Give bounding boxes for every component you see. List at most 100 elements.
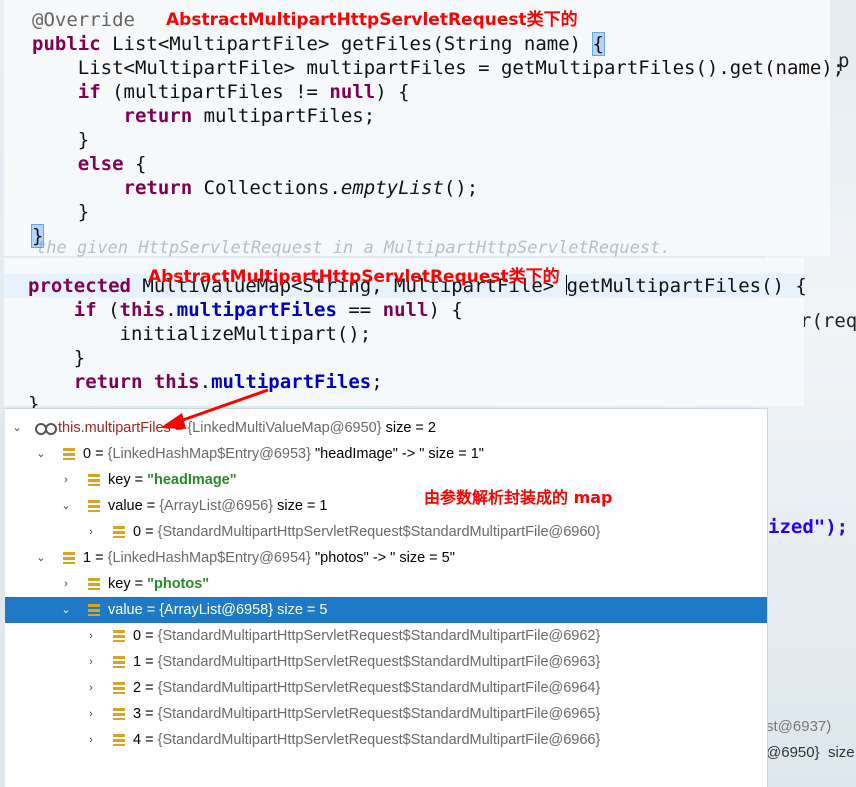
code-token: ) { — [375, 81, 410, 103]
code-token: . — [199, 371, 212, 393]
code-token: (); — [443, 177, 479, 199]
code-token: protected — [28, 275, 131, 297]
equals-sign: = — [170, 420, 188, 436]
object-reference: {StandardMultipartHttpServletRequest$Sta… — [157, 654, 601, 670]
chevron-right-icon[interactable]: › — [85, 649, 97, 675]
field-icon — [88, 500, 100, 512]
chevron-down-icon[interactable]: ⌄ — [60, 493, 72, 519]
equals-sign: = — [91, 550, 108, 566]
code-snippet-getfiles: @Override public List<MultipartFile> get… — [4, 0, 844, 256]
variable-name: key — [108, 472, 131, 488]
chevron-right-icon[interactable]: › — [85, 701, 97, 727]
chevron-down-icon[interactable]: ⌄ — [60, 597, 72, 623]
tree-row-value-1-selected[interactable]: ⌄ value = {ArrayList@6958} size = 5 — [5, 597, 767, 623]
panel1-title-annotation: AbstractMultipartHttpServletRequest类下的 — [166, 10, 578, 30]
code-token: return — [28, 371, 143, 393]
code-token: this — [119, 299, 166, 321]
variable-name: 0 — [83, 446, 92, 462]
tree-row-multipartfiles[interactable]: ⌄ this.multipartFiles = {LinkedMultiValu… — [5, 415, 767, 441]
chevron-right-icon[interactable]: › — [60, 571, 72, 597]
code-token: (multipartFiles != — [100, 81, 330, 103]
background-variable-fragment: @6950} size — [766, 744, 855, 761]
field-icon — [63, 448, 75, 460]
background-variable-fragment: st@6937) — [766, 718, 832, 735]
object-reference: {StandardMultipartHttpServletRequest$Sta… — [157, 524, 601, 540]
code-token: return — [32, 105, 193, 127]
code-token: emptyList — [340, 177, 444, 199]
chevron-right-icon[interactable]: › — [85, 727, 97, 753]
tree-row-file-6964[interactable]: › 2 = {StandardMultipartHttpServletReque… — [5, 675, 767, 701]
code-line: } — [28, 347, 86, 369]
background-code-fragment: r(req — [800, 310, 856, 332]
background-code-fragment: ized"); — [768, 516, 849, 538]
tree-row-entry-1[interactable]: ⌄ 1 = {LinkedHashMap$Entry@6954} "photos… — [5, 545, 767, 571]
object-reference: {StandardMultipartHttpServletRequest$Sta… — [157, 628, 601, 644]
chevron-down-icon[interactable]: ⌄ — [11, 415, 23, 441]
tree-row-file-6960[interactable]: › 0 = {StandardMultipartHttpServletReque… — [5, 519, 767, 545]
chevron-right-icon[interactable]: › — [85, 623, 97, 649]
equals-sign: = — [141, 706, 158, 722]
code-token: if — [28, 299, 97, 321]
code-token: null — [382, 299, 429, 321]
chevron-down-icon[interactable]: ⌄ — [35, 441, 47, 467]
tree-row-file-6966[interactable]: › 4 = {StandardMultipartHttpServletReque… — [5, 727, 767, 753]
variables-tree[interactable]: ⌄ this.multipartFiles = {LinkedMultiValu… — [5, 408, 768, 787]
variable-name: 1 — [83, 550, 92, 566]
object-reference: {StandardMultipartHttpServletRequest$Sta… — [157, 706, 601, 722]
panel2-title-annotation: AbstractMultipartHttpServletRequest类下的 — [148, 267, 560, 287]
code-token: List<MultipartFile> getFiles(String name… — [100, 33, 593, 55]
variable-detail: size = 5 — [273, 602, 328, 618]
variable-name: 1 — [133, 654, 142, 670]
field-icon — [113, 630, 125, 642]
equals-sign: = — [142, 602, 160, 618]
field-icon — [113, 656, 125, 668]
field-icon — [113, 526, 125, 538]
code-token: multipartFiles — [176, 299, 337, 321]
field-icon — [113, 708, 125, 720]
chevron-right-icon[interactable]: › — [60, 467, 72, 493]
variable-detail: "headImage" -> " size = 1" — [310, 446, 484, 462]
code-token: return — [32, 177, 193, 199]
tree-row-entry-0[interactable]: ⌄ 0 = {LinkedHashMap$Entry@6953} "headIm… — [5, 441, 767, 467]
variable-name: value — [108, 602, 143, 618]
string-value: "photos" — [147, 576, 210, 592]
variable-name: value — [108, 498, 143, 514]
code-line: } — [32, 201, 90, 223]
field-icon — [113, 734, 125, 746]
variable-name: 2 — [133, 680, 142, 696]
equals-sign: = — [130, 576, 148, 592]
variable-detail: "photos" -> " size = 5" — [310, 550, 455, 566]
code-token: == — [336, 299, 383, 321]
variable-name: 3 — [133, 706, 142, 722]
watch-expression-icon — [35, 423, 57, 435]
field-icon — [88, 578, 100, 590]
tree-row-key-headimage[interactable]: › key = "headImage" — [5, 467, 767, 493]
tree-row-value-0[interactable]: ⌄ value = {ArrayList@6956} size = 1 — [5, 493, 767, 519]
code-token: this — [153, 371, 200, 393]
variable-detail: size = 1 — [273, 498, 328, 514]
code-token: if — [32, 81, 101, 103]
code-token: else — [32, 153, 124, 175]
variable-name: 4 — [133, 732, 142, 748]
tree-row-file-6962[interactable]: › 0 = {StandardMultipartHttpServletReque… — [5, 623, 767, 649]
equals-sign: = — [141, 680, 158, 696]
string-value: "headImage" — [147, 472, 237, 488]
code-token: ( — [96, 299, 120, 321]
code-token: multipartFiles; — [192, 105, 376, 127]
chevron-right-icon[interactable]: › — [85, 675, 97, 701]
variable-name: 0 — [133, 524, 142, 540]
object-reference: {StandardMultipartHttpServletRequest$Sta… — [157, 680, 601, 696]
field-icon — [88, 604, 100, 616]
tree-row-file-6963[interactable]: › 1 = {StandardMultipartHttpServletReque… — [5, 649, 767, 675]
tree-row-file-6965[interactable]: › 3 = {StandardMultipartHttpServletReque… — [5, 701, 767, 727]
field-icon — [88, 474, 100, 486]
chevron-right-icon[interactable]: › — [85, 519, 97, 545]
variable-name: key — [108, 576, 131, 592]
code-token: getMultipartFiles() { — [566, 275, 807, 297]
background-comment-text: the given HttpServletRequest in a Multip… — [36, 238, 671, 258]
tree-row-key-photos[interactable]: › key = "photos" — [5, 571, 767, 597]
variable-name: 0 — [133, 628, 142, 644]
chevron-down-icon[interactable]: ⌄ — [35, 545, 47, 571]
code-line: List<MultipartFile> multipartFiles = get… — [32, 57, 845, 79]
